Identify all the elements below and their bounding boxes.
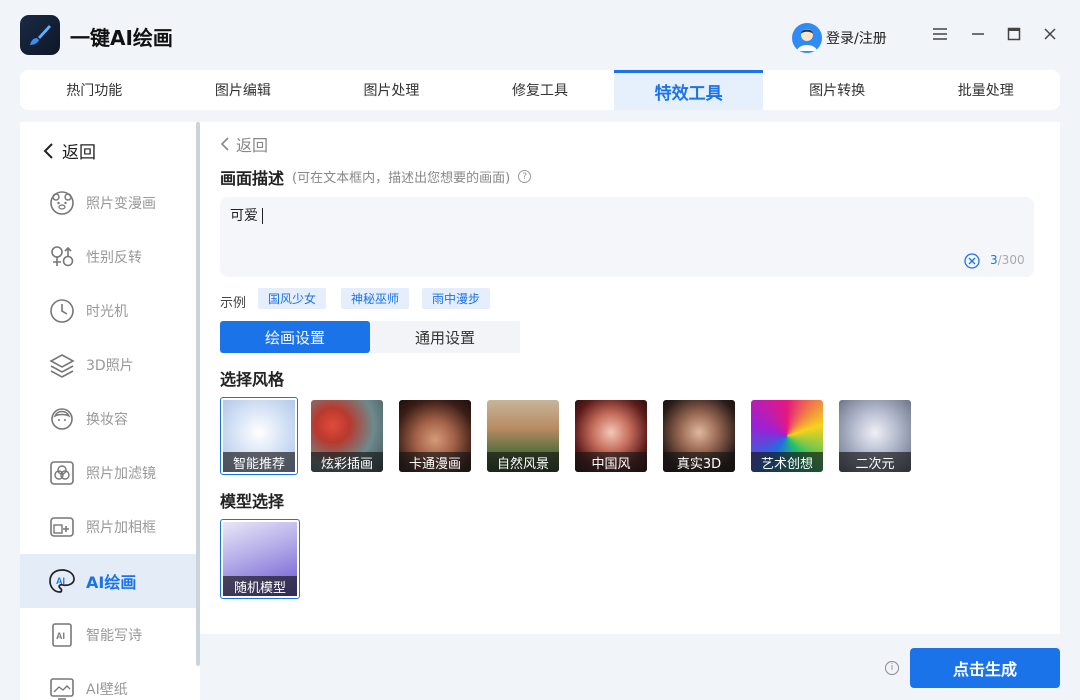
chevron-left-icon xyxy=(220,137,229,151)
tab-image-convert[interactable]: 图片转换 xyxy=(763,70,912,110)
sidebar-item-label: 照片变漫画 xyxy=(86,196,156,212)
gender-icon xyxy=(48,243,76,271)
login-button[interactable]: 登录/注册 xyxy=(792,23,887,53)
style-card-label: 艺术创想 xyxy=(751,452,823,472)
description-value: 可爱 xyxy=(230,208,258,224)
tab-general-settings[interactable]: 通用设置 xyxy=(370,321,520,353)
help-icon[interactable]: ? xyxy=(518,170,532,183)
sidebar-item-gender-swap[interactable]: 性别反转 xyxy=(20,230,196,284)
close-icon[interactable] xyxy=(1039,23,1061,45)
sidebar-item-label: 3D照片 xyxy=(86,358,134,374)
example-chip[interactable]: 神秘巫师 xyxy=(341,288,410,309)
svg-text:AI: AI xyxy=(56,631,65,641)
layers-icon xyxy=(48,351,76,379)
sidebar-item-photo-filter[interactable]: 照片加滤镜 xyxy=(20,446,196,500)
info-icon[interactable]: i xyxy=(885,661,899,675)
char-counter: 3/300 xyxy=(990,253,1025,267)
tab-batch-process[interactable]: 批量处理 xyxy=(911,70,1060,110)
style-card-chinese-style[interactable]: 中国风 xyxy=(575,400,647,472)
style-card-label: 卡通漫画 xyxy=(399,452,471,472)
text-caret xyxy=(262,208,263,224)
tab-effects-tools[interactable]: 特效工具 xyxy=(614,70,763,110)
login-label: 登录/注册 xyxy=(826,31,887,47)
clock-icon xyxy=(48,297,76,325)
desc-hint: (可在文本框内，描述出您想要的画面) xyxy=(292,171,511,186)
style-card-colorful-illustration[interactable]: 炫彩插画 xyxy=(311,400,383,472)
example-chip[interactable]: 雨中漫步 xyxy=(422,288,491,309)
style-card-smart-recommend[interactable]: 智能推荐 xyxy=(220,397,298,475)
filter-icon xyxy=(48,459,76,487)
sidebar-item-label: 智能写诗 xyxy=(86,628,142,644)
style-card-natural-scenery[interactable]: 自然风景 xyxy=(487,400,559,472)
sidebar-item-makeup[interactable]: 换妆容 xyxy=(20,392,196,446)
title-bar: 一键AI绘画 登录/注册 xyxy=(0,0,1080,70)
sidebar: 返回 照片变漫画 性别反转 时光机 3D照片 换妆容 照片加滤镜 照片加相框 A… xyxy=(20,122,200,700)
maximize-icon[interactable] xyxy=(1003,23,1025,45)
tab-hot-features[interactable]: 热门功能 xyxy=(20,70,169,110)
svg-text:AI: AI xyxy=(56,576,65,586)
sidebar-item-photo-to-cartoon[interactable]: 照片变漫画 xyxy=(20,176,196,230)
sidebar-item-label: 时光机 xyxy=(86,304,128,320)
ai-paint-icon: AI xyxy=(48,567,76,595)
menu-icon[interactable] xyxy=(929,23,951,45)
model-card-label: 随机模型 xyxy=(223,576,297,596)
ai-doc-icon: AI xyxy=(48,621,76,649)
style-title: 选择风格 xyxy=(220,370,285,389)
char-count: 3 xyxy=(990,253,998,267)
sidebar-item-label: AI壁纸 xyxy=(86,682,128,698)
style-card-label: 二次元 xyxy=(839,452,911,472)
sidebar-back-label: 返回 xyxy=(62,143,96,163)
char-max: /300 xyxy=(997,253,1025,267)
tab-image-edit[interactable]: 图片编辑 xyxy=(169,70,318,110)
chevron-left-icon xyxy=(43,142,53,159)
tab-repair-tools[interactable]: 修复工具 xyxy=(466,70,615,110)
settings-tabs: 绘画设置 通用设置 xyxy=(220,321,520,353)
model-card-random[interactable]: 随机模型 xyxy=(220,519,300,599)
wallpaper-icon xyxy=(48,675,76,700)
app-title: 一键AI绘画 xyxy=(70,26,173,50)
style-card-art-creation[interactable]: 艺术创想 xyxy=(751,400,823,472)
example-chip[interactable]: 国风少女 xyxy=(258,288,327,309)
sidebar-item-time-machine[interactable]: 时光机 xyxy=(20,284,196,338)
generate-button[interactable]: 点击生成 xyxy=(910,648,1060,688)
makeup-face-icon xyxy=(48,405,76,433)
sidebar-item-smart-poetry[interactable]: AI 智能写诗 xyxy=(20,608,196,662)
minimize-icon[interactable] xyxy=(967,23,989,45)
style-card-anime[interactable]: 二次元 xyxy=(839,400,911,472)
tab-image-process[interactable]: 图片处理 xyxy=(317,70,466,110)
sidebar-item-photo-frame[interactable]: 照片加相框 xyxy=(20,500,196,554)
sidebar-item-label: AI绘画 xyxy=(86,573,137,592)
sidebar-item-3d-photo[interactable]: 3D照片 xyxy=(20,338,196,392)
desc-title: 画面描述 xyxy=(220,169,285,188)
model-title: 模型选择 xyxy=(220,492,285,511)
desc-hint-row: (可在文本框内，描述出您想要的画面) ? xyxy=(292,167,532,186)
avatar-icon xyxy=(792,23,822,53)
sidebar-item-ai-wallpaper[interactable]: AI壁纸 xyxy=(20,662,196,700)
main-back-button[interactable]: 返回 xyxy=(220,132,268,156)
main-panel: 返回 画面描述 (可在文本框内，描述出您想要的画面) ? 可爱 3/300 示例… xyxy=(200,122,1060,634)
description-input[interactable]: 可爱 3/300 xyxy=(220,197,1034,277)
style-card-label: 智能推荐 xyxy=(223,452,295,472)
frame-icon xyxy=(48,513,76,541)
style-card-label: 自然风景 xyxy=(487,452,559,472)
style-card-label: 真实3D xyxy=(663,452,735,472)
style-card-cartoon-comic[interactable]: 卡通漫画 xyxy=(399,400,471,472)
sidebar-item-label: 换妆容 xyxy=(86,412,128,428)
examples-label: 示例 xyxy=(220,296,247,311)
style-card-label: 炫彩插画 xyxy=(311,452,383,472)
sidebar-item-label: 照片加相框 xyxy=(86,520,156,536)
bear-face-icon xyxy=(48,189,76,217)
top-tab-bar: 热门功能 图片编辑 图片处理 修复工具 特效工具 图片转换 批量处理 xyxy=(20,70,1060,110)
sidebar-item-label: 照片加滤镜 xyxy=(86,466,156,482)
sidebar-item-label: 性别反转 xyxy=(86,250,142,266)
main-back-label: 返回 xyxy=(236,136,269,155)
style-card-realistic-3d[interactable]: 真实3D xyxy=(663,400,735,472)
style-card-label: 中国风 xyxy=(575,452,647,472)
brush-logo-icon xyxy=(20,15,60,55)
sidebar-back-button[interactable]: 返回 xyxy=(42,138,96,163)
clear-icon[interactable] xyxy=(964,253,980,269)
tab-paint-settings[interactable]: 绘画设置 xyxy=(220,321,370,353)
sidebar-item-ai-painting[interactable]: AI AI绘画 xyxy=(20,554,196,608)
